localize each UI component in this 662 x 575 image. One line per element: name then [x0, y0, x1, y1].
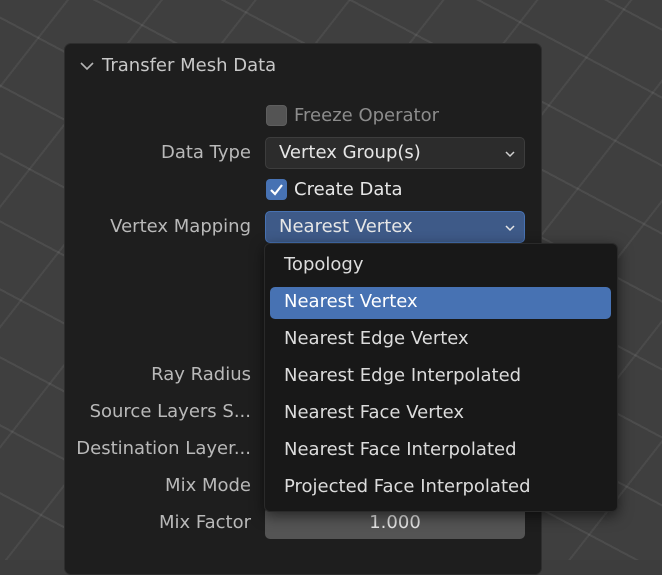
chevron-down-icon[interactable] — [79, 58, 95, 74]
menu-item-topology[interactable]: Topology — [270, 250, 611, 282]
mix-mode-label: Mix Mode — [165, 475, 251, 496]
menu-item-label: Nearest Vertex — [284, 291, 418, 312]
menu-item-label: Topology — [284, 254, 364, 275]
menu-item-projected-face-interpolated[interactable]: Projected Face Interpolated — [270, 472, 611, 504]
chevron-down-icon — [505, 151, 515, 158]
data-type-label: Data Type — [160, 142, 251, 163]
chevron-down-icon — [505, 225, 515, 232]
checkmark-icon — [270, 184, 283, 196]
mix-factor-value: 1.000 — [369, 512, 421, 533]
panel-title[interactable]: Transfer Mesh Data — [102, 55, 276, 77]
data-type-value: Vertex Group(s) — [279, 142, 421, 163]
menu-item-label: Nearest Edge Interpolated — [284, 365, 522, 386]
mix-factor-label: Mix Factor — [158, 512, 251, 533]
freeze-operator-checkbox[interactable] — [266, 105, 287, 126]
menu-item-nearest-edge-interpolated[interactable]: Nearest Edge Interpolated — [270, 361, 611, 393]
menu-item-label: Nearest Face Vertex — [284, 402, 465, 423]
ray-radius-label: Ray Radius — [151, 364, 251, 385]
data-type-dropdown[interactable]: Vertex Group(s) — [265, 137, 525, 169]
menu-item-nearest-edge-vertex[interactable]: Nearest Edge Vertex — [270, 324, 611, 356]
create-data-label[interactable]: Create Data — [294, 179, 403, 201]
create-data-checkbox[interactable] — [266, 179, 287, 200]
menu-item-nearest-face-vertex[interactable]: Nearest Face Vertex — [270, 398, 611, 430]
vertex-mapping-menu: Topology Nearest Vertex Nearest Edge Ver… — [264, 243, 618, 512]
destination-layers-label: Destination Layer... — [76, 438, 251, 459]
menu-item-label: Nearest Face Interpolated — [284, 439, 517, 460]
source-layers-label: Source Layers S... — [89, 401, 251, 422]
vertex-mapping-value: Nearest Vertex — [279, 216, 413, 237]
menu-item-label: Nearest Edge Vertex — [284, 328, 469, 349]
menu-item-nearest-face-interpolated[interactable]: Nearest Face Interpolated — [270, 435, 611, 467]
menu-item-label: Projected Face Interpolated — [284, 476, 531, 497]
freeze-operator-label[interactable]: Freeze Operator — [294, 105, 439, 127]
vertex-mapping-dropdown[interactable]: Nearest Vertex — [265, 211, 525, 243]
menu-item-nearest-vertex[interactable]: Nearest Vertex — [270, 287, 611, 319]
vertex-mapping-label: Vertex Mapping — [110, 216, 251, 237]
